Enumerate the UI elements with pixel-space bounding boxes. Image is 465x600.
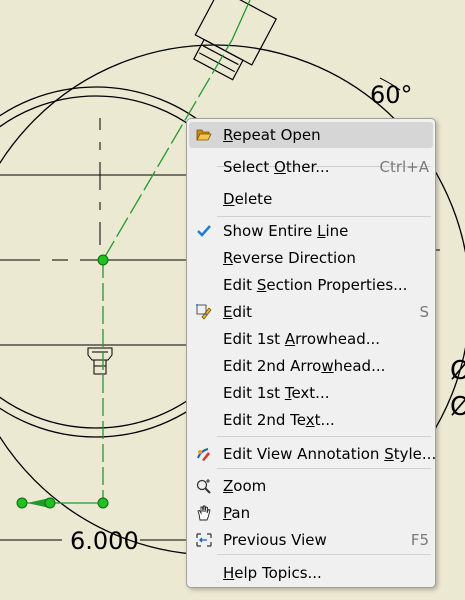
menu-item-label: Edit Section Properties... (223, 276, 408, 294)
menu-item-label: Zoom (223, 477, 267, 495)
menu-item-select-other[interactable]: Select Other... Ctrl+A (189, 154, 433, 180)
menu-item-label: Reverse Direction (223, 249, 356, 267)
menu-item-edit-section-properties[interactable]: Edit Section Properties... (189, 272, 433, 298)
diameter-glyph-2: Ø (450, 392, 465, 422)
menu-item-shortcut: Ctrl+A (379, 158, 429, 176)
plug (87, 347, 113, 375)
distance-label: 6.000 (70, 527, 139, 555)
context-menu: Repeat Open Select Other... Ctrl+A Delete Sh… (186, 118, 436, 588)
menu-item-show-entire-line[interactable]: Show Entire Line (189, 218, 433, 244)
menu-item-edit-2nd-text[interactable]: Edit 2nd Text... (189, 407, 433, 433)
menu-item-reverse-direction[interactable]: Reverse Direction (189, 245, 433, 271)
menu-item-edit-1st-arrowhead[interactable]: Edit 1st Arrowhead... (189, 326, 433, 352)
menu-item-label: Edit 2nd Text... (223, 411, 335, 429)
checkmark-icon (196, 223, 212, 239)
menu-item-label: Edit 1st Text... (223, 384, 330, 402)
menu-item-edit-1st-text[interactable]: Edit 1st Text... (189, 380, 433, 406)
edit-sketch-icon (196, 304, 212, 320)
menu-item-shortcut: F5 (410, 531, 429, 549)
menu-item-help-topics[interactable]: Help Topics... (189, 560, 433, 586)
menu-item-label: Delete (223, 190, 273, 208)
menu-item-delete[interactable]: Delete (189, 186, 433, 212)
menu-item-label: Show Entire Line (223, 222, 349, 240)
menu-item-label: Edit 2nd Arrowhead... (223, 357, 386, 375)
menu-separator (217, 554, 431, 555)
menu-item-edit-2nd-arrowhead[interactable]: Edit 2nd Arrowhead... (189, 353, 433, 379)
pan-hand-icon (196, 505, 212, 521)
menu-item-label: Repeat Open (223, 126, 321, 144)
previous-view-icon (196, 532, 212, 548)
annotation-style-icon (196, 446, 212, 462)
menu-item-repeat-open[interactable]: Repeat Open (189, 122, 433, 148)
menu-item-shortcut: S (419, 303, 429, 321)
zoom-icon (196, 478, 212, 494)
angle-label: 60° (370, 81, 413, 109)
menu-item-label: Select Other... (223, 158, 330, 176)
menu-separator (217, 468, 431, 469)
menu-item-label: Previous View (223, 531, 327, 549)
menu-item-pan[interactable]: Pan (189, 500, 433, 526)
menu-item-previous-view[interactable]: Previous View F5 (189, 527, 433, 553)
menu-item-label: Edit (223, 303, 253, 321)
menu-item-edit[interactable]: Edit S (189, 299, 433, 325)
grip-point-arrow-base[interactable] (44, 497, 56, 509)
folder-open-icon (196, 127, 212, 143)
menu-separator (217, 436, 431, 437)
menu-item-label: Edit 1st Arrowhead... (223, 330, 381, 348)
menu-item-label: Pan (223, 504, 251, 522)
grip-point-arrow-tip[interactable] (16, 497, 28, 509)
menu-item-zoom[interactable]: Zoom (189, 473, 433, 499)
menu-item-edit-view-annotation-style[interactable]: Edit View Annotation Style... (189, 441, 437, 467)
menu-item-label: Help Topics... (223, 564, 322, 582)
diameter-glyph-1: Ø (450, 356, 465, 386)
grip-point-center[interactable] (97, 254, 109, 266)
grip-point-corner[interactable] (97, 497, 109, 509)
menu-item-label: Edit View Annotation Style... (223, 445, 437, 463)
menu-separator (217, 216, 431, 217)
